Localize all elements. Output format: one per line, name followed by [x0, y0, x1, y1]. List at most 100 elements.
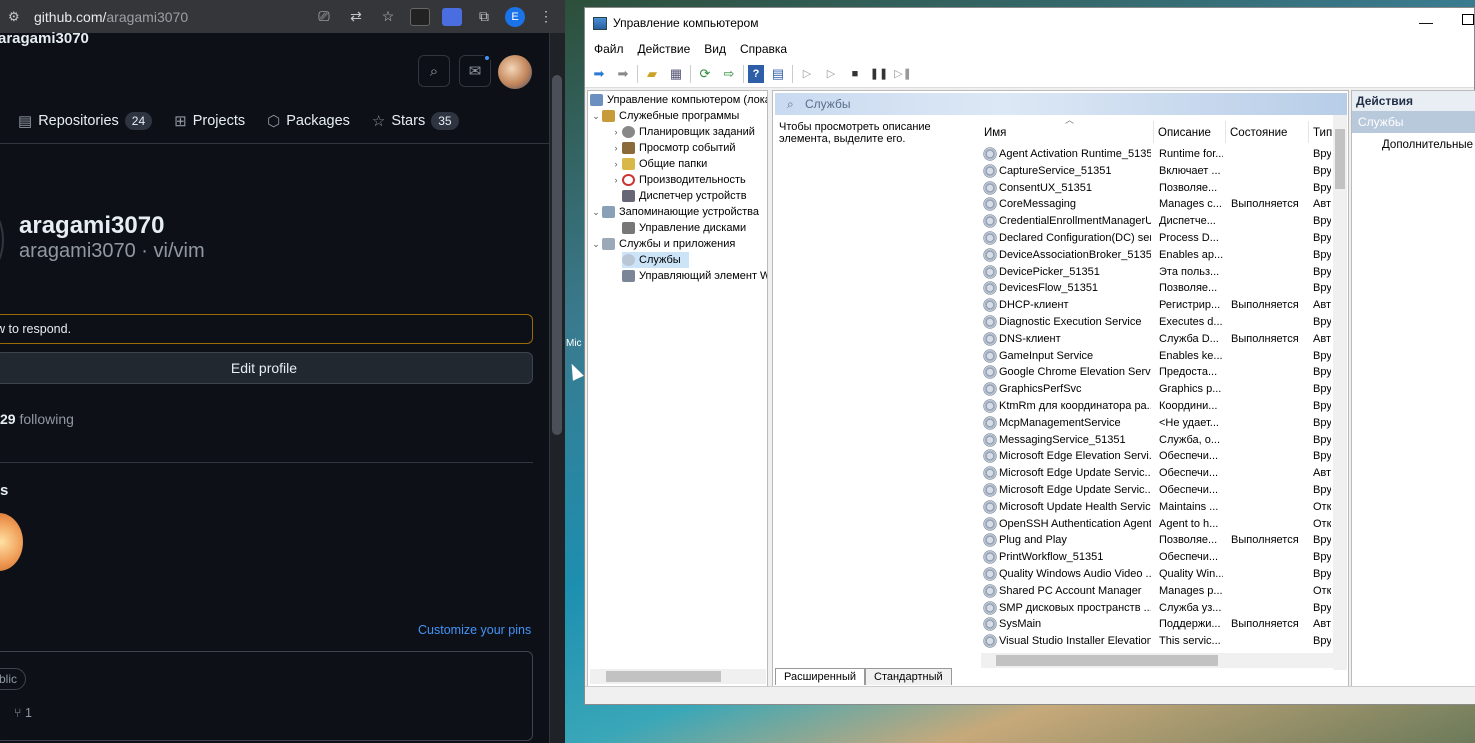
table-row[interactable]: Shared PC Account Manager Manages p... Отк	[979, 583, 1331, 600]
table-row[interactable]: KtmRm для координатора ра... Координи... В…	[979, 398, 1331, 415]
actions-more[interactable]: Дополнительные	[1352, 133, 1475, 151]
table-row[interactable]: McpManagementService <Не удает... Вру	[979, 415, 1331, 432]
menu-file[interactable]: Файл	[594, 42, 624, 56]
table-row[interactable]: Microsoft Edge Update Servic... Обеспечи.…	[979, 482, 1331, 499]
translate-icon[interactable]: ⇄	[345, 6, 367, 28]
start-service-alt-icon[interactable]: ▷	[821, 64, 841, 84]
table-row[interactable]: GameInput Service Enables ke... Вру	[979, 348, 1331, 365]
user-avatar[interactable]	[498, 55, 532, 89]
table-row[interactable]: OpenSSH Authentication Agent Agent to h..…	[979, 516, 1331, 533]
table-row[interactable]: Visual Studio Installer Elevation... This…	[979, 633, 1331, 650]
table-row[interactable]: CredentialEnrollmentManagerU... Диспетче.…	[979, 213, 1331, 230]
site-info-icon[interactable]: ⚙	[8, 9, 24, 25]
column-separator[interactable]	[1225, 121, 1226, 143]
table-row[interactable]: MessagingService_51351 Служба, о... Вру	[979, 432, 1331, 449]
show-hide-tree-icon[interactable]: ▦	[666, 64, 686, 84]
tab-stars[interactable]: ☆ Stars 35	[372, 112, 459, 130]
table-row[interactable]: PrintWorkflow_51351 Обеспечи... Вру	[979, 549, 1331, 566]
menu-view[interactable]: Вид	[704, 42, 726, 56]
extensions-puzzle-icon[interactable]: ⧉	[473, 6, 495, 28]
restart-service-icon[interactable]: ▷❚	[893, 64, 913, 84]
refresh-icon[interactable]: ⟳	[695, 64, 715, 84]
tab-standard[interactable]: Стандартный	[865, 668, 952, 685]
table-row[interactable]: Microsoft Update Health Service Maintains…	[979, 499, 1331, 516]
tree-item-storage[interactable]: ⌄ Запоминающие устройства	[590, 204, 759, 220]
tree-horizontal-scrollbar[interactable]	[590, 669, 766, 684]
table-row[interactable]: DNS-клиент Служба D... Выполняется Авт	[979, 331, 1331, 348]
table-row[interactable]: DHCP-клиент Регистрир... Выполняется Авт	[979, 297, 1331, 314]
export-list-icon[interactable]: ⇨	[719, 64, 739, 84]
pause-service-icon[interactable]: ❚❚	[869, 64, 889, 84]
table-row[interactable]: GraphicsPerfSvc Graphics p... Вру	[979, 381, 1331, 398]
desktop-icon-label[interactable]: Mic	[566, 338, 582, 349]
scrollbar-thumb[interactable]	[1335, 129, 1345, 189]
tab-extended[interactable]: Расширенный	[775, 668, 865, 685]
scrollbar-thumb[interactable]	[552, 75, 562, 435]
table-row[interactable]: DeviceAssociationBroker_51351 Enables ap.…	[979, 247, 1331, 264]
tree-item-task-scheduler[interactable]: › Планировщик заданий	[610, 124, 755, 140]
menu-help[interactable]: Справка	[740, 42, 787, 56]
table-row[interactable]: Diagnostic Execution Service Executes d..…	[979, 314, 1331, 331]
table-row[interactable]: Google Chrome Elevation Servi... Предоста…	[979, 364, 1331, 381]
expand-chevron-icon[interactable]: ›	[610, 143, 622, 153]
tree-item-system-tools[interactable]: ⌄ Служебные программы	[590, 108, 739, 124]
pinned-repo-card[interactable]	[0, 651, 533, 741]
table-row[interactable]: ConsentUX_51351 Позволяе... Вру	[979, 180, 1331, 197]
minimize-button[interactable]: —	[1419, 14, 1433, 30]
tree-item-event-viewer[interactable]: › Просмотр событий	[610, 140, 736, 156]
scrollbar-thumb[interactable]	[606, 671, 721, 682]
table-row[interactable]: SMP дисковых пространств ... Служба уз...…	[979, 600, 1331, 617]
table-row[interactable]: Microsoft Edge Update Servic... Обеспечи.…	[979, 465, 1331, 482]
url-field[interactable]: github.com/aragami3070	[34, 9, 303, 25]
forward-arrow-icon[interactable]: ➡	[613, 64, 633, 84]
table-row[interactable]: Quality Windows Audio Video ... Quality W…	[979, 566, 1331, 583]
tree-item-device-manager[interactable]: Диспетчер устройств	[622, 188, 747, 204]
tree-item-wmi-control[interactable]: Управляющий элемент W	[622, 268, 767, 284]
window-titlebar[interactable]: Управление компьютером	[585, 8, 1474, 38]
column-header-name[interactable]: Имя	[984, 127, 1006, 139]
customize-pins-link[interactable]: Customize your pins	[418, 623, 531, 637]
services-vertical-scrollbar[interactable]	[1333, 115, 1347, 670]
table-row[interactable]: CaptureService_51351 Включает ... Вру	[979, 163, 1331, 180]
menu-kebab-icon[interactable]: ⋮	[535, 6, 557, 28]
expand-chevron-icon[interactable]: ⌄	[590, 111, 602, 122]
table-row[interactable]: CoreMessaging Manages c... Выполняется Авт	[979, 196, 1331, 213]
column-header-type[interactable]: Тип	[1313, 127, 1332, 139]
status-message[interactable]: w to respond.	[0, 314, 533, 344]
menu-action[interactable]: Действие	[638, 42, 691, 56]
tree-item-services-apps[interactable]: ⌄ Службы и приложения	[590, 236, 735, 252]
chrome-profile-avatar[interactable]: E	[505, 6, 525, 27]
expand-chevron-icon[interactable]: ⌄	[590, 239, 602, 250]
table-row[interactable]: DevicesFlow_51351 Позволяе... Вру	[979, 280, 1331, 297]
header-username[interactable]: aragami3070	[0, 30, 89, 47]
table-row[interactable]: Plug and Play Позволяе... Выполняется Вру	[979, 532, 1331, 549]
column-header-description[interactable]: Описание	[1158, 127, 1211, 139]
search-button[interactable]: ⌕	[418, 55, 450, 87]
table-row[interactable]: Declared Configuration(DC) ser... Process…	[979, 230, 1331, 247]
properties-icon[interactable]: ▤	[768, 64, 788, 84]
start-service-icon[interactable]: ▷	[797, 64, 817, 84]
tree-item-shared-folders[interactable]: › Общие папки	[610, 156, 707, 172]
profile-avatar-large[interactable]	[0, 205, 4, 275]
bookmark-star-icon[interactable]: ☆	[377, 6, 399, 28]
install-app-icon[interactable]: ⎚	[313, 6, 335, 28]
following-link[interactable]: 29 following	[0, 411, 74, 427]
tab-packages[interactable]: ⬡ Packages	[267, 112, 350, 130]
expand-chevron-icon[interactable]: ⌄	[590, 207, 602, 218]
extension-translate-icon[interactable]	[441, 6, 463, 28]
table-row[interactable]: Microsoft Edge Elevation Servi... Обеспеч…	[979, 448, 1331, 465]
expand-chevron-icon[interactable]: ›	[610, 175, 622, 185]
achievement-badge[interactable]	[0, 513, 23, 571]
fork-count[interactable]: ⑂ 1	[14, 706, 32, 720]
browser-scrollbar[interactable]	[549, 33, 565, 743]
extension-cat-icon[interactable]	[409, 6, 431, 28]
tree-item-computer-management[interactable]: Управление компьютером (лока	[590, 92, 767, 108]
tree-item-services[interactable]: Службы	[622, 252, 689, 268]
tab-projects[interactable]: ⊞ Projects	[174, 112, 245, 130]
stop-service-icon[interactable]: ■	[845, 64, 865, 84]
column-separator[interactable]	[1153, 121, 1154, 143]
column-separator[interactable]	[1308, 121, 1309, 143]
edit-profile-button[interactable]: Edit profile	[0, 352, 533, 384]
actions-services-section[interactable]: Службы	[1352, 111, 1475, 133]
tree-item-disk-management[interactable]: Управление дисками	[622, 220, 746, 236]
